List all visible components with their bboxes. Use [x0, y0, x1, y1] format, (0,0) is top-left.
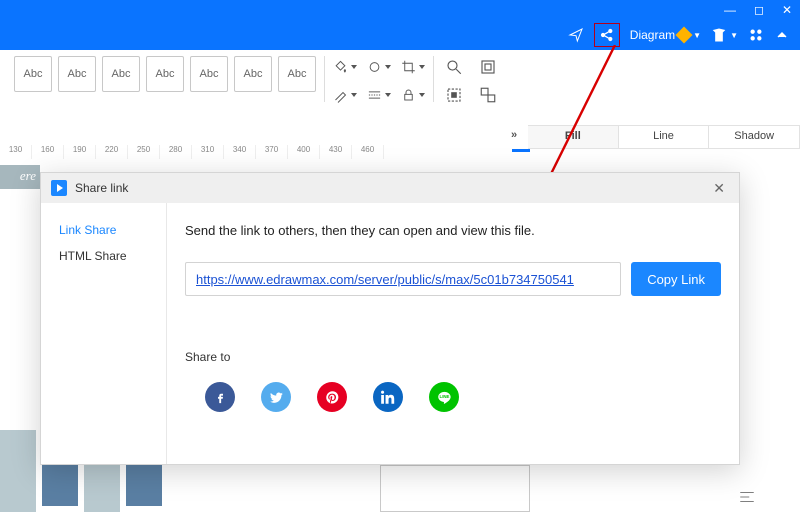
style-preset[interactable]: Abc	[14, 56, 52, 92]
ribbon-toolbar: Abc Abc Abc Abc Abc Abc Abc	[0, 50, 800, 108]
fill-tool-icon[interactable]	[333, 56, 357, 78]
tab-line[interactable]: Line	[619, 125, 710, 149]
crop-tool-icon[interactable]	[401, 56, 425, 78]
ruler-tick: 130	[0, 145, 32, 159]
tab-fill[interactable]: Fill	[528, 125, 619, 149]
facebook-icon[interactable]	[205, 382, 235, 412]
ruler-tick: 160	[32, 145, 64, 159]
line-style-icon[interactable]	[367, 84, 391, 106]
twitter-icon[interactable]	[261, 382, 291, 412]
active-tab-indicator	[512, 149, 530, 152]
lock-tool-icon[interactable]	[401, 84, 425, 106]
sidebar-item-html-share[interactable]: HTML Share	[41, 243, 166, 269]
share-icon[interactable]	[594, 23, 620, 47]
ruler-tick: 430	[320, 145, 352, 159]
close-dialog-button[interactable]: ✕	[709, 178, 729, 199]
diagram-menu[interactable]: Diagram ▼	[630, 28, 701, 42]
shape-tool-icon[interactable]	[367, 56, 391, 78]
share-link-dialog: Share link ✕ Link Share HTML Share Send …	[40, 172, 740, 465]
maximize-button[interactable]: ◻	[754, 3, 764, 17]
style-preset[interactable]: Abc	[278, 56, 316, 92]
dialog-main: Send the link to others, then they can o…	[167, 203, 739, 464]
fit-page-icon[interactable]	[476, 56, 500, 78]
zoom-icon[interactable]	[442, 56, 466, 78]
divider	[433, 56, 434, 102]
social-buttons: LINE	[185, 382, 721, 412]
diagram-label: Diagram	[630, 28, 675, 42]
style-preset[interactable]: Abc	[190, 56, 228, 92]
app-logo-icon	[51, 180, 67, 196]
dialog-sidebar: Link Share HTML Share	[41, 203, 167, 464]
expand-panel-icon[interactable]: »	[500, 125, 528, 149]
send-icon[interactable]	[568, 27, 584, 43]
ruler-tick: 400	[288, 145, 320, 159]
app-header: Diagram ▼ ▼	[0, 20, 800, 50]
ruler-tick: 280	[160, 145, 192, 159]
ruler-tick: 370	[256, 145, 288, 159]
svg-text:LINE: LINE	[439, 394, 449, 399]
minimize-button[interactable]: —	[724, 3, 736, 17]
dialog-header: Share link ✕	[41, 173, 739, 203]
line-icon[interactable]: LINE	[429, 382, 459, 412]
divider	[324, 56, 325, 102]
pen-tool-icon[interactable]	[333, 84, 357, 106]
dialog-title: Share link	[75, 181, 709, 195]
style-preset[interactable]: Abc	[102, 56, 140, 92]
ruler-tick: 340	[224, 145, 256, 159]
apps-icon[interactable]	[748, 27, 764, 43]
shape-styles-gallery[interactable]: Abc Abc Abc Abc Abc Abc Abc	[0, 50, 316, 108]
window-titlebar: — ◻ ✕	[0, 0, 800, 20]
ruler-tick: 220	[96, 145, 128, 159]
close-window-button[interactable]: ✕	[782, 3, 792, 17]
diamond-icon	[676, 27, 693, 44]
select-all-icon[interactable]	[442, 84, 466, 106]
linkedin-icon[interactable]	[373, 382, 403, 412]
horizontal-ruler: 130 160 190 220 250 280 310 340 370 400 …	[0, 145, 502, 159]
ruler-tick: 250	[128, 145, 160, 159]
tab-shadow[interactable]: Shadow	[709, 125, 800, 149]
style-preset[interactable]: Abc	[234, 56, 272, 92]
ruler-tick: 310	[192, 145, 224, 159]
pinterest-icon[interactable]	[317, 382, 347, 412]
group-icon[interactable]	[476, 84, 500, 106]
ruler-tick: 190	[64, 145, 96, 159]
canvas-text-fragment: ere	[0, 165, 40, 189]
style-preset[interactable]: Abc	[58, 56, 96, 92]
share-instruction: Send the link to others, then they can o…	[185, 223, 721, 238]
share-url-field[interactable]: https://www.edrawmax.com/server/public/s…	[185, 262, 621, 296]
theme-icon[interactable]: ▼	[711, 27, 738, 43]
align-icon[interactable]	[738, 488, 756, 511]
property-tabs: » Fill Line Shadow	[500, 125, 800, 149]
bottom-panel	[380, 465, 530, 512]
share-to-label: Share to	[185, 350, 721, 364]
collapse-ribbon-icon[interactable]	[774, 27, 790, 43]
ruler-tick: 460	[352, 145, 384, 159]
copy-link-button[interactable]: Copy Link	[631, 262, 721, 296]
style-preset[interactable]: Abc	[146, 56, 184, 92]
sidebar-item-link-share[interactable]: Link Share	[41, 217, 166, 243]
